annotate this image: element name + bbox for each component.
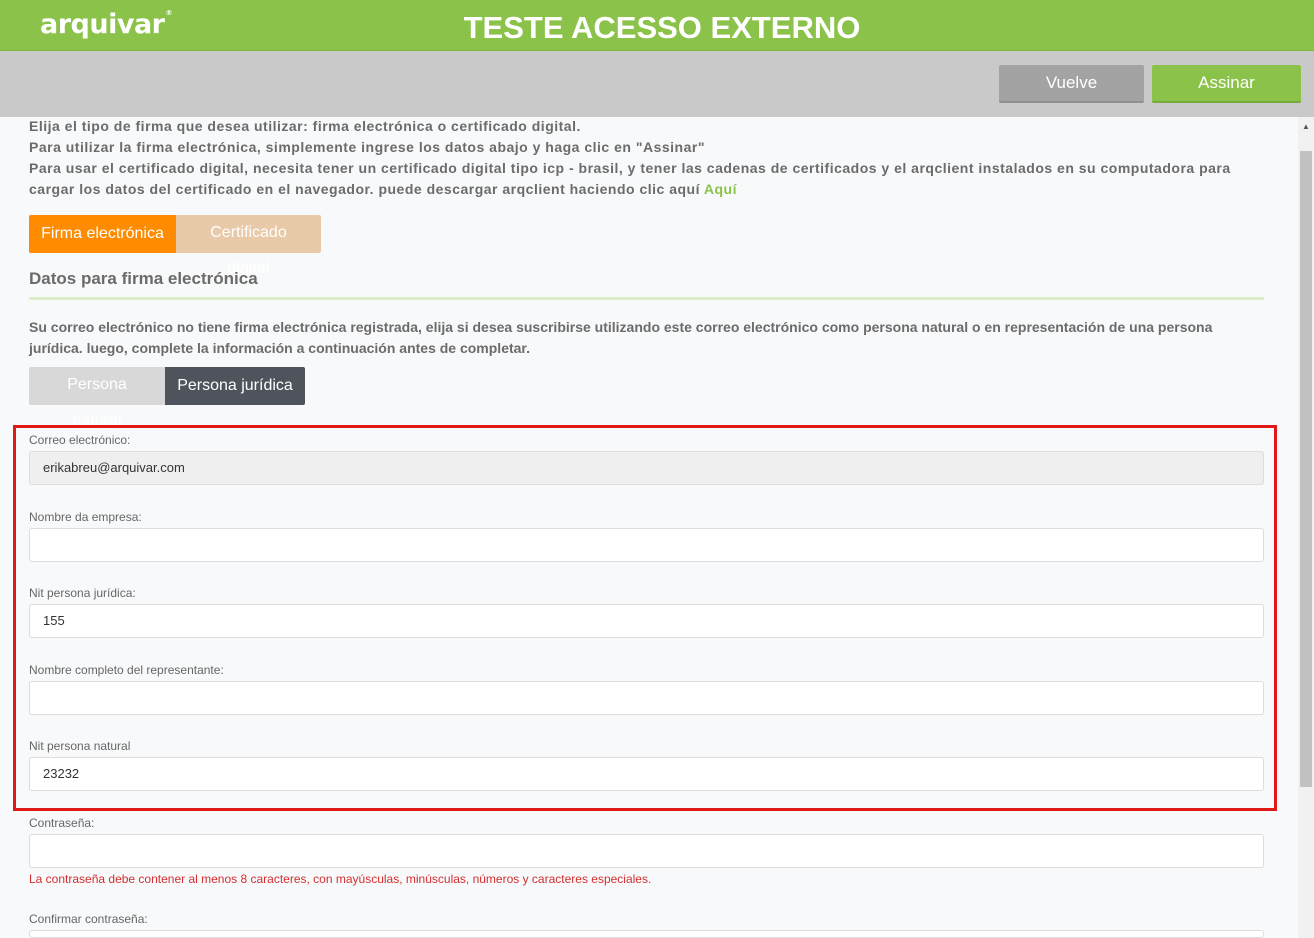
intro-line-2: Para utilizar la firma electrónica, simp… xyxy=(29,139,705,155)
back-button[interactable]: Vuelve xyxy=(999,65,1144,103)
certificado-digital-button[interactable]: Certificado digital xyxy=(176,215,321,277)
password-hint: La contraseña debe contener al menos 8 c… xyxy=(29,872,652,886)
intro-text: Elija el tipo de firma que desea utiliza… xyxy=(29,116,1269,200)
main-content: Elija el tipo de firma que desea utiliza… xyxy=(29,116,1269,429)
company-name-label: Nombre da empresa: xyxy=(29,510,142,524)
scroll-thumb[interactable] xyxy=(1300,151,1312,787)
confirm-password-input[interactable] xyxy=(29,930,1264,938)
email-label: Correo electrónico: xyxy=(29,433,131,447)
section-title: Datos para firma electrónica xyxy=(29,269,258,288)
action-bar: Vuelve Assinar xyxy=(0,51,1314,117)
persona-juridica-button[interactable]: Persona jurídica xyxy=(165,367,305,405)
vertical-scrollbar[interactable]: ▲ xyxy=(1298,117,1314,938)
nit-juridica-input[interactable]: 155 xyxy=(29,604,1264,638)
scroll-up-arrow-icon[interactable]: ▲ xyxy=(1298,121,1314,133)
registration-notice: Su correo electrónico no tiene firma ele… xyxy=(29,319,1213,356)
intro-line-1: Elija el tipo de firma que desea utiliza… xyxy=(29,118,581,134)
nit-juridica-label: Nit persona jurídica: xyxy=(29,586,136,600)
person-type-toggle: Persona natural Persona jurídica xyxy=(29,367,305,429)
nit-natural-label: Nit persona natural xyxy=(29,739,131,753)
sign-button[interactable]: Assinar xyxy=(1152,65,1301,103)
firma-electronica-button[interactable]: Firma electrónica xyxy=(29,215,176,253)
confirm-password-label: Confirmar contraseña: xyxy=(29,912,148,926)
password-input[interactable] xyxy=(29,834,1264,868)
download-arqclient-link[interactable]: Aquí xyxy=(704,181,737,197)
persona-natural-button[interactable]: Persona natural xyxy=(29,367,165,429)
nit-natural-input[interactable]: 23232 xyxy=(29,757,1264,791)
top-bar: arquivar® TESTE ACESSO EXTERNO xyxy=(0,0,1314,51)
signature-type-toggle: Firma electrónica Certificado digital xyxy=(29,215,321,277)
representative-name-label: Nombre completo del representante: xyxy=(29,663,224,677)
section-divider xyxy=(29,297,1264,300)
intro-line-3: Para usar el certificado digital, necesi… xyxy=(29,160,1231,197)
company-name-input[interactable] xyxy=(29,528,1264,562)
email-field: erikabreu@arquivar.com xyxy=(29,451,1264,485)
password-label: Contraseña: xyxy=(29,816,95,830)
representative-name-input[interactable] xyxy=(29,681,1264,715)
page-title: TESTE ACESSO EXTERNO xyxy=(463,10,861,45)
